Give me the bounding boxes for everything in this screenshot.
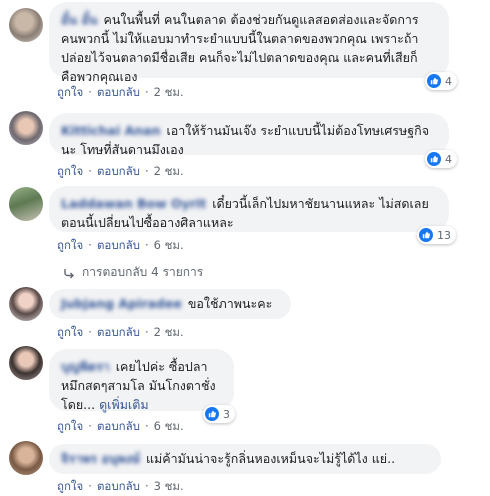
timestamp[interactable]: 2 ชม.: [154, 325, 184, 339]
see-more-link[interactable]: ดูเพิ่มเติม: [99, 397, 149, 412]
reaction-number: 3: [223, 407, 230, 421]
avatar[interactable]: [9, 187, 43, 221]
avatar[interactable]: [9, 287, 43, 321]
comment-text: คนในพื้นที่ คนในตลาด ต้องช่วยกันดูแลสอดส…: [61, 12, 419, 84]
commenter-name[interactable]: บุญพิตรา: [61, 359, 110, 374]
reply-arrow-icon: [64, 268, 74, 278]
timestamp[interactable]: 2 ชม.: [154, 164, 184, 178]
commenter-name[interactable]: Jubjang Apiradee: [61, 296, 182, 311]
like-icon: [419, 228, 433, 242]
reply-button[interactable]: ตอบกลับ: [97, 325, 140, 339]
comment-actions: ถูกใจ · ตอบกลับ · 2 ชม.: [57, 164, 184, 178]
reaction-count[interactable]: 3: [203, 405, 235, 423]
avatar[interactable]: [9, 8, 43, 42]
comment-actions: ถูกใจ · ตอบกลับ · 2 ชม.: [57, 85, 184, 99]
commenter-name[interactable]: Laddawan Bow Oyrit: [61, 196, 206, 211]
replies-label: การตอบกลับ 4 รายการ: [82, 265, 204, 279]
reply-button[interactable]: ตอบกลับ: [97, 238, 140, 252]
reaction-number: 4: [445, 152, 452, 166]
reply-button[interactable]: ตอบกลับ: [97, 164, 140, 178]
comment-actions: ถูกใจ · ตอบกลับ · 3 ชม.: [57, 479, 184, 493]
comment-bubble: Laddawan Bow Oyrit เดี๋ยวนี้เล็กไปมหาชัยน…: [49, 186, 449, 232]
reaction-count[interactable]: 4: [425, 72, 457, 90]
reaction-count[interactable]: 4: [425, 150, 457, 168]
avatar[interactable]: [9, 441, 43, 475]
like-button[interactable]: ถูกใจ: [57, 85, 83, 99]
like-icon: [427, 152, 441, 166]
comment-bubble: บุญพิตรา เคยไปค่ะ ซื้อปลาหมึกสดๆสามโล มัน…: [49, 349, 234, 412]
comment-bubble: Kittichai Anan เอาให้ร้านมันเจ๊ง ระยำแบบน…: [49, 113, 449, 157]
reply-button[interactable]: ตอบกลับ: [97, 419, 140, 433]
reaction-number: 13: [437, 228, 451, 242]
like-button[interactable]: ถูกใจ: [57, 164, 83, 178]
reaction-count[interactable]: 13: [417, 226, 456, 244]
commenter-name[interactable]: อั๋น อั๋น: [61, 12, 97, 27]
view-replies-link[interactable]: การตอบกลับ 4 รายการ: [62, 263, 203, 282]
commenter-name[interactable]: Kittichai Anan: [61, 123, 161, 138]
like-button[interactable]: ถูกใจ: [57, 419, 83, 433]
like-icon: [427, 74, 441, 88]
reply-button[interactable]: ตอบกลับ: [97, 85, 140, 99]
like-button[interactable]: ถูกใจ: [57, 325, 83, 339]
comment-bubble: อั๋น อั๋น คนในพื้นที่ คนในตลาด ต้องช่วยกั…: [49, 2, 449, 84]
reaction-number: 4: [445, 74, 452, 88]
like-button[interactable]: ถูกใจ: [57, 238, 83, 252]
timestamp[interactable]: 6 ชม.: [154, 419, 184, 433]
comment-actions: ถูกใจ · ตอบกลับ · 2 ชม.: [57, 325, 184, 339]
avatar[interactable]: [9, 111, 43, 145]
commenter-name[interactable]: จิราพร อนุพงษ์: [61, 451, 140, 466]
comment-bubble: จิราพร อนุพงษ์ แม่ค้ามันน่าจะรู้กลิ่นหองเ…: [49, 444, 441, 474]
comment-actions: ถูกใจ · ตอบกลับ · 6 ชม.: [57, 419, 184, 433]
comment-text: แม่ค้ามันน่าจะรู้กลิ่นหองเหม็นจะไม่รู้ได…: [146, 451, 396, 466]
avatar[interactable]: [9, 346, 43, 380]
comment-actions: ถูกใจ · ตอบกลับ · 6 ชม.: [57, 238, 184, 252]
timestamp[interactable]: 2 ชม.: [154, 85, 184, 99]
comment-bubble: Jubjang Apiradee ขอใช้ภาพนะคะ: [49, 289, 291, 319]
like-icon: [205, 407, 219, 421]
comment-text: ขอใช้ภาพนะคะ: [187, 296, 273, 311]
timestamp[interactable]: 6 ชม.: [154, 238, 184, 252]
